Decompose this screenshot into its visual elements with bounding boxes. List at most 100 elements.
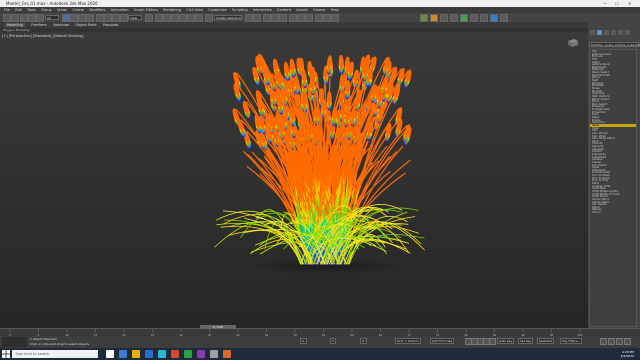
taskbar-search-input[interactable]: Type here to search [12, 350, 98, 358]
taskbar-app-icon[interactable] [119, 350, 127, 358]
menu-tools[interactable]: Tools [27, 8, 36, 12]
maximize-viewport-icon[interactable] [624, 338, 631, 345]
taskbar-app-icon[interactable] [145, 350, 153, 358]
angle-snap-icon[interactable] [179, 14, 187, 22]
octane-render-icon[interactable] [430, 14, 438, 22]
arnold-settings-icon[interactable] [480, 14, 488, 22]
plugin-tool-icon[interactable] [500, 14, 508, 22]
menu-civil-view[interactable]: Civil View [186, 8, 203, 12]
tab-modeling[interactable]: Modeling [5, 23, 25, 27]
rectangular-selection-icon[interactable] [78, 14, 86, 22]
selection-filter-combo[interactable]: All [45, 14, 59, 20]
reference-coordinate-combo[interactable]: View [128, 14, 142, 20]
taskbar-app-icon[interactable] [158, 350, 166, 358]
octane-icon[interactable] [420, 14, 428, 22]
interactive-render-icon[interactable] [490, 14, 498, 22]
key-filters-button[interactable]: Key Filters... [560, 338, 583, 344]
utilities-tab-icon[interactable] [625, 30, 630, 35]
curve-editor-icon[interactable] [289, 14, 297, 22]
menu-octane[interactable]: Octane [313, 8, 326, 12]
taskbar-app-icon[interactable] [197, 350, 205, 358]
layer-explorer-icon[interactable] [271, 14, 279, 22]
menu-file[interactable]: File [4, 8, 10, 12]
octane-settings-icon[interactable] [450, 14, 458, 22]
menu-modifiers[interactable]: Modifiers [89, 8, 105, 12]
edit-named-selection-icon[interactable] [205, 14, 213, 22]
grass-model[interactable] [0, 32, 588, 328]
link-icon[interactable] [20, 14, 28, 22]
arnold-render-icon[interactable] [460, 14, 468, 22]
arnold-light-icon[interactable] [470, 14, 478, 22]
maxscript-listener[interactable] [2, 337, 27, 347]
material-editor-icon[interactable] [305, 14, 313, 22]
minimize-icon[interactable]: — [603, 1, 607, 6]
menu-help[interactable]: Help [331, 8, 339, 12]
menu-animation[interactable]: Animation [111, 8, 129, 12]
motion-tab-icon[interactable] [611, 30, 616, 35]
render-setup-icon[interactable] [315, 14, 323, 22]
modify-tab-icon[interactable] [597, 30, 602, 35]
scene-explorer-icon[interactable] [263, 14, 271, 22]
mirror-icon[interactable] [245, 14, 253, 22]
scale-icon[interactable] [112, 14, 120, 22]
spinner-snap-icon[interactable] [195, 14, 203, 22]
modifier-list[interactable]: Sky Displacement Extrude FFD Lathe Lattice Wa… [589, 49, 637, 327]
menu-group[interactable]: Group [41, 8, 52, 12]
taskbar-app-icon[interactable] [210, 350, 218, 358]
rendered-frame-window-icon[interactable] [323, 14, 331, 22]
menu-scripting[interactable]: Scripting [232, 8, 248, 12]
taskbar-app-icon[interactable] [184, 350, 192, 358]
pan-icon[interactable] [608, 338, 615, 345]
zoom-icon[interactable] [600, 338, 607, 345]
move-icon[interactable] [96, 14, 104, 22]
selected-combo[interactable]: Selected [537, 338, 555, 344]
menu-customize[interactable]: Customize [208, 8, 226, 12]
rotate-icon[interactable] [104, 14, 112, 22]
align-icon[interactable] [253, 14, 261, 22]
auto-key-button[interactable]: Auto Key [497, 338, 515, 344]
taskbar-app-icon[interactable] [106, 350, 114, 358]
select-manipulate-icon[interactable] [155, 14, 163, 22]
keyboard-shortcut-override-icon[interactable] [163, 14, 171, 22]
schematic-view-icon[interactable] [297, 14, 305, 22]
close-icon[interactable]: ✕ [628, 1, 631, 6]
tab-object-paint[interactable]: Object Paint [76, 23, 97, 27]
time-slider[interactable]: 0 / 100 [200, 325, 236, 329]
unlink-icon[interactable] [28, 14, 36, 22]
taskbar-clock[interactable]: 4:28 PM 4/9/2020 [621, 350, 634, 358]
percent-snap-icon[interactable] [187, 14, 195, 22]
menu-interactive[interactable]: Interactive [253, 8, 272, 12]
octane-viewport-icon[interactable] [440, 14, 448, 22]
pivot-center-icon[interactable] [145, 14, 153, 22]
display-tab-icon[interactable] [618, 30, 623, 35]
menu-arnold[interactable]: Arnold [296, 8, 307, 12]
create-tab-icon[interactable] [590, 30, 595, 35]
modifier-search-input[interactable]: Modifier_Grass_Octane_Subsampler [589, 42, 640, 47]
taskbar-app-icon[interactable] [223, 350, 231, 358]
menu-create[interactable]: Create [72, 8, 84, 12]
undo-icon[interactable] [3, 14, 11, 22]
render-production-icon[interactable] [331, 14, 339, 22]
redo-icon[interactable] [11, 14, 19, 22]
tab-freeform[interactable]: Freeform [31, 23, 47, 27]
menu-rendering[interactable]: Rendering [163, 8, 181, 12]
hierarchy-tab-icon[interactable] [604, 30, 609, 35]
named-selection-set-combo[interactable]: Create Selection Se [214, 14, 242, 25]
menu-graph-editors[interactable]: Graph Editors [134, 8, 158, 12]
orbit-icon[interactable] [616, 338, 623, 345]
select-by-name-icon[interactable] [70, 14, 78, 22]
ribbon-toggle-icon[interactable] [279, 14, 287, 22]
menu-edit[interactable]: Edit [15, 8, 22, 12]
select-object-icon[interactable] [62, 14, 70, 22]
tab-selection[interactable]: Selection [53, 23, 69, 27]
window-crossing-icon[interactable] [86, 14, 94, 22]
bind-space-warp-icon[interactable] [36, 14, 44, 22]
maximize-icon[interactable]: ☐ [615, 1, 619, 6]
tab-populate[interactable]: Populate [103, 23, 118, 27]
placement-icon[interactable] [120, 14, 128, 22]
windows-start-icon[interactable] [2, 350, 10, 358]
taskbar-app-icon[interactable] [132, 350, 140, 358]
set-key-button[interactable]: Set Key [518, 338, 534, 344]
modifier-list-item[interactable]: XForm [590, 211, 636, 214]
add-time-tag[interactable]: Add Time Tag [430, 338, 455, 344]
